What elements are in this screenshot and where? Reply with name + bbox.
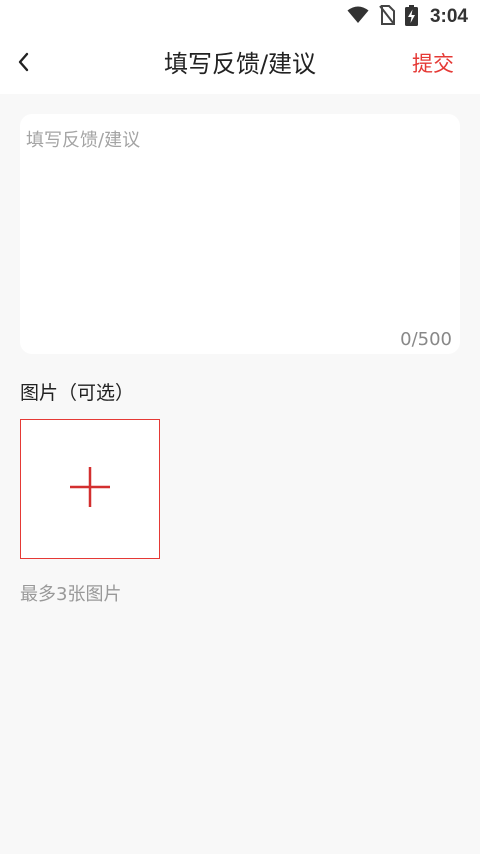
battery-charging-icon — [404, 4, 418, 30]
wifi-icon — [347, 6, 369, 28]
status-bar: 3:04 — [0, 0, 480, 34]
feedback-input[interactable] — [26, 126, 446, 316]
add-image-button[interactable] — [20, 419, 160, 559]
no-sim-icon — [379, 5, 395, 29]
status-time: 3:04 — [429, 6, 468, 27]
page-title: 填写反馈/建议 — [163, 50, 317, 78]
image-limit-hint: 最多3张图片 — [20, 584, 122, 605]
char-count: 0/500 — [400, 329, 452, 350]
images-section-label: 图片（可选） — [20, 382, 135, 404]
plus-icon — [68, 465, 112, 513]
chevron-left-icon — [17, 52, 29, 76]
status-icons: 3:04 — [347, 4, 468, 30]
back-button[interactable] — [6, 46, 40, 82]
submit-button[interactable]: 提交 — [412, 34, 454, 94]
feedback-box: 0/500 — [20, 114, 460, 354]
header: 填写反馈/建议 提交 — [0, 34, 480, 94]
